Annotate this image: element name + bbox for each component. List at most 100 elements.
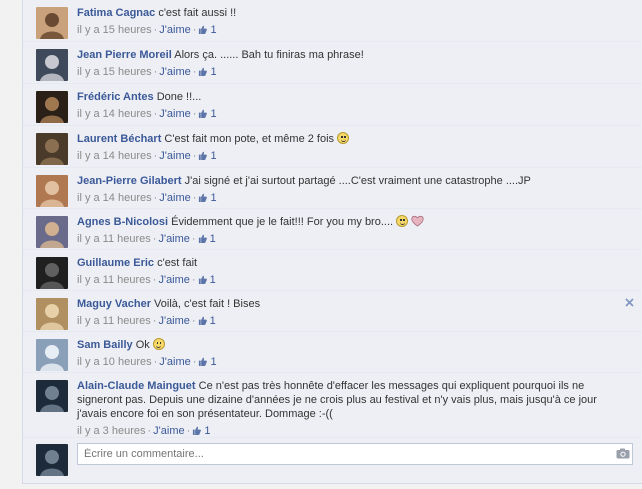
thumbs-up-icon[interactable] (198, 150, 208, 160)
comment-author-link[interactable]: Jean-Pierre Gilabert (77, 175, 182, 187)
separator: · (192, 192, 197, 204)
thumbs-up-icon[interactable] (198, 233, 207, 243)
like-link[interactable]: J'aime (159, 66, 190, 78)
comment-author-link[interactable]: Alain-Claude Mainguet (77, 380, 196, 392)
comment-body: Guillaume Eric c'est fait il y a 11 heure… (77, 256, 614, 287)
comment-text: c'est fait aussi !! (158, 7, 237, 19)
comment-timestamp[interactable]: il y a 14 heures (77, 108, 152, 120)
comment-timestamp[interactable]: il y a 15 heures (77, 24, 152, 36)
comment-timestamp[interactable]: il y a 14 heures (77, 192, 152, 204)
like-count[interactable]: 1 (210, 274, 216, 286)
avatar[interactable] (36, 339, 68, 371)
comment-author-link[interactable]: Fatima Cagnac (77, 7, 155, 19)
comment-item: Maguy Vacher Voilà, c'est fait ! Bises il… (23, 291, 642, 332)
thumbs-up-icon[interactable] (198, 66, 208, 76)
comment-composer (23, 438, 642, 478)
like-count[interactable]: 1 (210, 24, 216, 36)
like-count[interactable]: 1 (210, 108, 216, 120)
comments-panel: Fatima Cagnac c'est fait aussi !! il y a … (22, 0, 642, 484)
avatar[interactable] (36, 380, 68, 412)
like-link[interactable]: J'aime (158, 274, 189, 286)
thumbs-up-icon[interactable] (198, 108, 208, 118)
separator: · (192, 356, 197, 368)
like-link[interactable]: J'aime (159, 150, 190, 162)
comment-item: Frédéric Antes Done !!... il y a 14 heure… (23, 84, 642, 126)
comment-author-link[interactable]: Guillaume Eric (77, 257, 154, 269)
comment-meta: il y a 15 heures · J'aime · 1 (77, 23, 614, 37)
thumbs-up-icon[interactable] (192, 425, 202, 435)
like-count[interactable]: 1 (210, 192, 216, 204)
avatar (36, 444, 68, 476)
comment-text: Voilà, c'est fait ! Bises (154, 298, 261, 310)
thumbs-up-icon[interactable] (198, 315, 207, 325)
comment-meta: il y a 3 heures · J'aime · 1 (77, 424, 614, 438)
separator: · (192, 150, 197, 162)
avatar[interactable] (36, 175, 68, 207)
comment-item: Alain-Claude Mainguet Ce n'est pas très … (23, 373, 642, 438)
separator: · (192, 66, 197, 78)
like-link[interactable]: J'aime (158, 233, 189, 245)
comment-timestamp[interactable]: il y a 3 heures (77, 425, 145, 437)
comment-author-link[interactable]: Sam Bailly (77, 339, 133, 351)
comment-timestamp[interactable]: il y a 10 heures (77, 356, 152, 368)
comment-meta: il y a 10 heures · J'aime · 1 (77, 355, 614, 369)
like-count[interactable]: 1 (210, 66, 216, 78)
comment-author-link[interactable]: Laurent Béchart (77, 133, 161, 145)
like-count[interactable]: 1 (210, 315, 216, 327)
comment-body: Jean-Pierre Gilabert J'ai signé et j'ai … (77, 174, 614, 205)
separator: · (147, 425, 152, 437)
like-link[interactable]: J'aime (158, 315, 189, 327)
comment-meta: il y a 14 heures · J'aime · 1 (77, 149, 614, 163)
like-link[interactable]: J'aime (159, 24, 190, 36)
comment-timestamp[interactable]: il y a 11 heures (77, 233, 151, 245)
like-count[interactable]: 1 (204, 425, 210, 437)
thumbs-up-icon[interactable] (198, 192, 208, 202)
comment-body: Jean Pierre Moreil Alors ça. ...... Bah … (77, 48, 614, 79)
comment-meta: il y a 11 heures · J'aime · 1 (77, 273, 614, 287)
avatar[interactable] (36, 298, 68, 330)
smiley-icon (152, 338, 165, 350)
separator: · (191, 315, 196, 327)
separator: · (186, 425, 191, 437)
avatar[interactable] (36, 7, 68, 39)
thumbs-up-icon[interactable] (198, 24, 208, 34)
comment-timestamp[interactable]: il y a 11 heures (77, 274, 151, 286)
avatar[interactable] (36, 91, 68, 123)
comment-author-link[interactable]: Jean Pierre Moreil (77, 49, 172, 61)
avatar[interactable] (36, 216, 68, 248)
like-count[interactable]: 1 (210, 233, 216, 245)
comment-item: Fatima Cagnac c'est fait aussi !! il y a … (23, 0, 642, 42)
comment-item: Guillaume Eric c'est fait il y a 11 heure… (23, 250, 642, 291)
camera-icon[interactable] (616, 448, 630, 459)
comment-meta: il y a 11 heures · J'aime · 1 (77, 232, 614, 246)
avatar[interactable] (36, 133, 68, 165)
comment-input[interactable] (77, 443, 633, 465)
avatar[interactable] (36, 49, 68, 81)
comment-body: Agnes B-Nicolosi Évidemment que je le fa… (77, 215, 614, 246)
separator: · (191, 233, 196, 245)
close-icon[interactable] (625, 298, 634, 307)
comment-text: Évidemment que je le fait!!! For you my … (171, 216, 394, 228)
comment-timestamp[interactable]: il y a 11 heures (77, 315, 151, 327)
comment-body: Laurent Béchart C'est fait mon pote, et … (77, 132, 614, 163)
like-link[interactable]: J'aime (159, 108, 190, 120)
like-link[interactable]: J'aime (159, 192, 190, 204)
like-count[interactable]: 1 (210, 356, 216, 368)
comment-body: Sam Bailly Ok il y a 10 heures · J'aime · 1 (77, 338, 614, 369)
like-count[interactable]: 1 (210, 150, 216, 162)
thumbs-up-icon[interactable] (198, 356, 208, 366)
like-link[interactable]: J'aime (159, 356, 190, 368)
comment-author-link[interactable]: Frédéric Antes (77, 91, 154, 103)
comment-author-link[interactable]: Agnes B-Nicolosi (77, 216, 168, 228)
comment-text: Done !!... (156, 91, 202, 103)
comment-item: Agnes B-Nicolosi Évidemment que je le fa… (23, 209, 642, 250)
comment-text: J'ai signé et j'ai surtout partagé ....C… (184, 175, 531, 187)
comment-author-link[interactable]: Maguy Vacher (77, 298, 151, 310)
thumbs-up-icon[interactable] (198, 274, 207, 284)
comment-text: c'est fait (157, 257, 198, 269)
like-link[interactable]: J'aime (153, 425, 184, 437)
comment-timestamp[interactable]: il y a 15 heures (77, 66, 152, 78)
comment-timestamp[interactable]: il y a 14 heures (77, 150, 152, 162)
avatar[interactable] (36, 257, 68, 289)
comment-item: Jean-Pierre Gilabert J'ai signé et j'ai … (23, 168, 642, 209)
